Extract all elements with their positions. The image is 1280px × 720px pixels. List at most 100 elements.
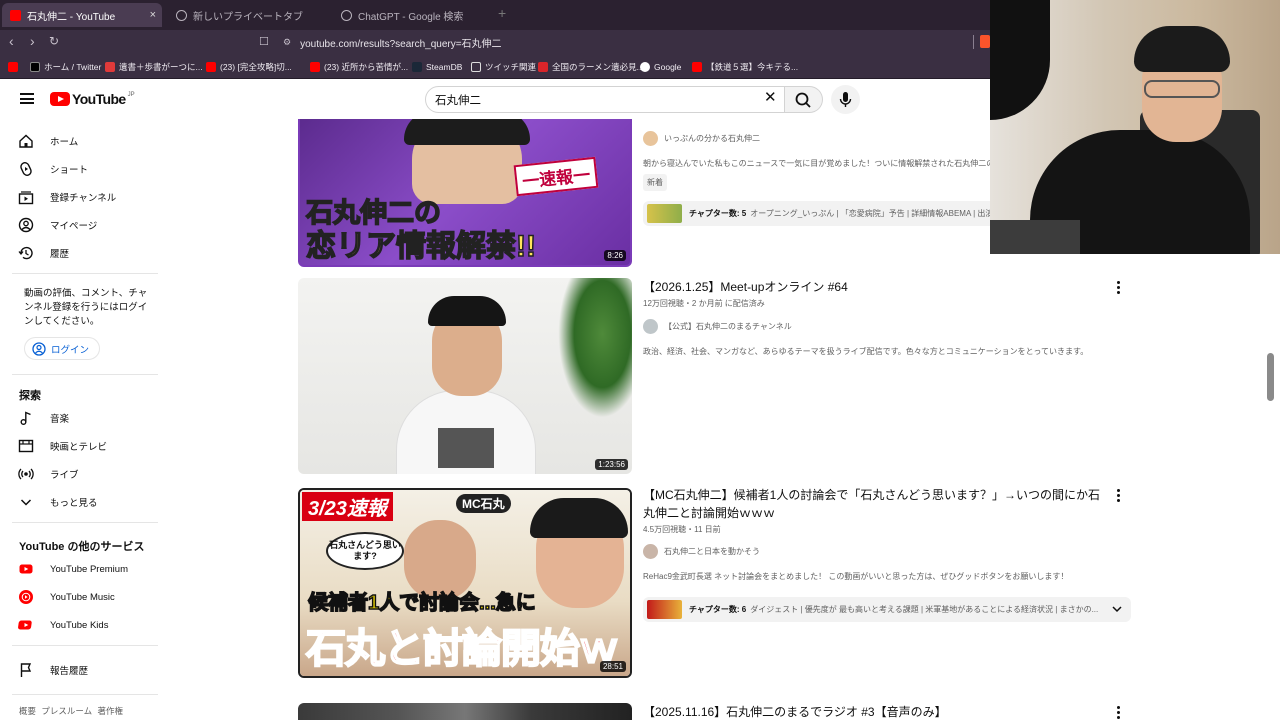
bookmark-item[interactable]: (23) 近所から苦情が... [310,59,408,74]
reload-icon[interactable]: ↻ [49,34,59,48]
bookmark-item[interactable]: SteamDB [412,59,462,74]
google-icon [640,61,650,72]
sidebar-item-history[interactable]: 履歴 [18,244,69,262]
tab-title: ChatGPT - Google 検索 [358,11,464,23]
video-title[interactable]: 【2026.1.25】Meet-upオンライン #64 [643,278,848,296]
tab-private[interactable]: 新しいプライベートタブ [168,3,333,27]
logo-text: YouTube [72,91,126,107]
folder-icon [471,61,481,72]
video-description: 政治、経済、社会、マンガなど、あらゆるテーマを扱うライブ配信です。色々な方とコミ… [643,347,1089,356]
forward-icon[interactable]: › [30,33,35,49]
chapters-list: オープニング_いっぷん | 「恋愛病院」予告 | 詳細情報ABEMA | 出演 [750,209,994,218]
bookmark-favicon-icon [538,61,548,72]
sidebar-item-my-page[interactable]: マイページ [18,216,97,234]
sidebar-item-report-history[interactable]: 報告履歴 [18,661,88,679]
video-thumbnail[interactable] [298,703,632,720]
thumbnail-text: 恋リア情報解禁!! [305,229,536,264]
new-tab-button[interactable]: + [498,5,506,21]
more-options-icon[interactable] [1115,489,1121,502]
webcam-desk-items [990,220,1080,254]
logo-region: JP [127,91,135,98]
footer-links[interactable]: 概要 プレスルーム 著作権 [19,705,123,717]
youtube-favicon-icon [206,61,216,72]
webcam-glasses-shape [1144,80,1220,98]
page-scrollbar[interactable] [1267,353,1274,401]
video-thumbnail[interactable]: 3/23速報 MC石丸 石丸さんどう思います? 候補者1人で討論会...急に 石… [298,488,632,678]
history-icon [18,245,34,261]
video-title[interactable]: 【2025.11.16】石丸伸二のまるでラジオ #3【音声のみ】 [643,703,947,720]
more-options-icon[interactable] [1115,281,1121,294]
channel-link[interactable]: 石丸伸二と日本を動かそう [643,543,760,559]
video-thumbnail[interactable]: 1:23:56 [298,278,632,474]
account-icon [32,341,46,356]
menu-icon[interactable] [20,93,34,104]
thumbnail-hair-shape [404,119,530,145]
tab-chatgpt-search[interactable]: ChatGPT - Google 検索 [333,3,493,27]
chapters-bar[interactable]: チャプター数: 6 ダイジェスト | 優先度が 最も高いと考える課題 | 米軍基… [643,597,1131,622]
sidebar-item-youtube-music[interactable]: YouTube Music [18,588,115,606]
clear-search-icon[interactable]: ✕ [764,90,777,105]
duration-badge: 8:26 [604,250,626,261]
thumbnail-hair-shape [428,296,506,326]
sidebar-item-music[interactable]: 音楽 [18,409,69,427]
explore-header: 探索 [19,390,41,402]
tab-title: 石丸伸二 - YouTube [27,11,116,23]
sidebar-divider [12,522,158,523]
youtube-play-icon [50,92,70,106]
voice-search-button[interactable] [831,85,860,114]
url-field[interactable]: ⚙ youtube.com/results?search_query=石丸伸二 [283,33,502,51]
bookmark-icon[interactable]: ☐ [259,35,269,48]
flag-icon [18,662,34,678]
bookmark-item[interactable]: (23) [完全攻略]切... [206,59,292,74]
sidebar-divider [12,694,158,695]
bookmark-item[interactable]: 遺書＋歩書がーつに... [105,59,203,74]
more-options-icon[interactable] [1115,706,1121,719]
bookmark-item[interactable] [8,59,22,74]
thumbnail-text: 石丸と討論開始ｗ [305,626,620,672]
video-thumbnail[interactable]: 一速報一 石丸伸二の 恋リア情報解禁!! 8:26 [298,119,632,267]
sidebar-item-home[interactable]: ホーム [18,132,78,150]
channel-avatar [643,130,658,146]
sidebar-item-youtube-kids[interactable]: YouTube Kids [18,616,108,634]
search-icon [795,92,811,108]
login-button[interactable]: ログイン [24,337,101,360]
tab-close-icon[interactable]: × [150,9,156,21]
back-icon[interactable]: ‹ [9,33,14,49]
bookmark-item[interactable]: 【鉄道５選】今キテる... [692,59,798,74]
thumbnail-speech-bubble: 石丸さんどう思います? [326,532,404,570]
brave-shield-icon[interactable] [980,35,990,48]
youtube-favicon-icon [10,9,21,21]
sidebar-item-show-more[interactable]: もっと見る [18,493,98,511]
chapters-list: ダイジェスト | 優先度が 最も高いと考える課題 | 米軍基地があることによる経… [750,605,1099,614]
duration-badge: 28:51 [599,661,626,672]
search-input[interactable]: 石丸伸二 [425,86,785,113]
sidebar-item-live[interactable]: ライブ [18,465,79,483]
search-button[interactable] [785,86,823,113]
site-info-icon[interactable]: ⚙ [283,37,291,48]
private-shield-icon [176,9,187,21]
bookmark-item[interactable]: Google [640,59,681,74]
sidebar-item-youtube-premium[interactable]: YouTube Premium [18,560,128,578]
chapters-count: チャプター数: 5 [689,209,747,218]
chevron-down-icon[interactable] [1111,603,1123,617]
thumbnail-badge: 一速報一 [513,156,599,197]
sidebar-item-movies-tv[interactable]: 映画とテレビ [18,437,107,455]
chapter-thumbnail [647,204,682,223]
search-value: 石丸伸二 [435,94,481,107]
channel-link[interactable]: 【公式】石丸伸二のまるチャンネル [643,318,792,334]
sidebar-divider [12,374,158,375]
bookmark-item[interactable]: ツイッチ関連 [471,59,536,74]
tab-youtube[interactable]: 石丸伸二 - YouTube × [2,3,162,27]
x-icon [30,61,40,72]
video-title[interactable]: 【MC石丸伸二】候補者1人の討論会で「石丸さんどう思います？」→いつの間にか石丸… [643,486,1105,522]
thumbnail-hair-shape [530,498,628,538]
sidebar-item-shorts[interactable]: ショート [18,160,88,178]
youtube-logo[interactable]: YouTube JP [50,91,135,107]
youtube-premium-icon [18,561,34,577]
sidebar-item-subscriptions[interactable]: 登録チャンネル [18,188,116,206]
thumbnail-plant-image [558,278,632,418]
bookmark-item[interactable]: 全国のラーメン遺必見... [538,59,644,74]
microphone-icon [839,92,852,107]
channel-link[interactable]: いっぷんの分かる石丸伸二 [643,130,760,146]
bookmark-item[interactable]: ホーム / Twitter [30,59,101,74]
